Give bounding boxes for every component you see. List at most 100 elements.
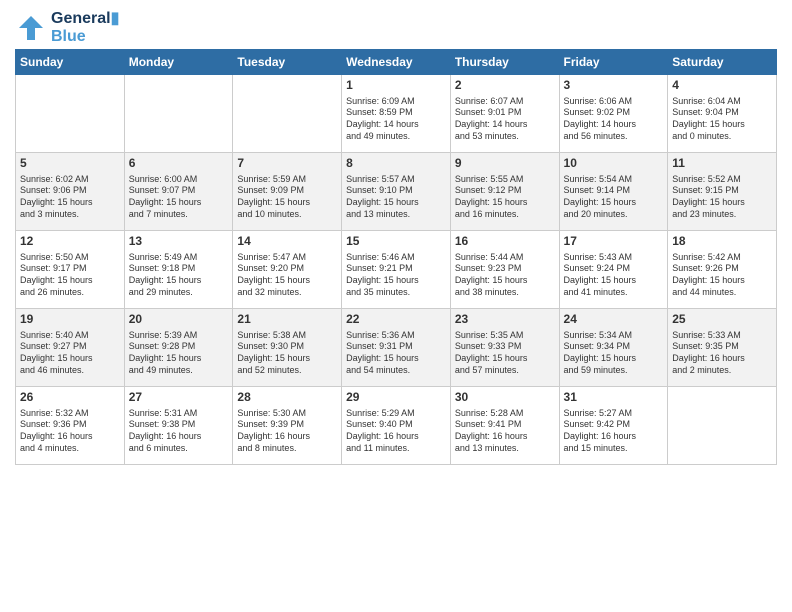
day-info-line: Sunrise: 5:27 AM xyxy=(564,408,664,420)
day-info-line: Sunset: 8:59 PM xyxy=(346,107,446,119)
day-info-line: Sunrise: 5:46 AM xyxy=(346,252,446,264)
day-info-line: Sunset: 9:41 PM xyxy=(455,419,555,431)
weekday-header: Thursday xyxy=(450,50,559,75)
calendar-week: 26Sunrise: 5:32 AMSunset: 9:36 PMDayligh… xyxy=(16,387,777,465)
day-info-line: Daylight: 15 hours xyxy=(129,353,229,365)
day-info-line: Sunrise: 5:40 AM xyxy=(20,330,120,342)
day-info-line: and 53 minutes. xyxy=(455,131,555,143)
day-info-line: Daylight: 15 hours xyxy=(564,275,664,287)
calendar-cell: 3Sunrise: 6:06 AMSunset: 9:02 PMDaylight… xyxy=(559,75,668,153)
day-info-line: Sunset: 9:17 PM xyxy=(20,263,120,275)
calendar-cell: 13Sunrise: 5:49 AMSunset: 9:18 PMDayligh… xyxy=(124,231,233,309)
day-info-line: Daylight: 15 hours xyxy=(346,275,446,287)
day-info-line: and 20 minutes. xyxy=(564,209,664,221)
day-number: 16 xyxy=(455,234,555,250)
day-info-line: Daylight: 16 hours xyxy=(564,431,664,443)
day-info-line: Sunset: 9:23 PM xyxy=(455,263,555,275)
weekday-header: Sunday xyxy=(16,50,125,75)
day-info-line: Sunrise: 5:50 AM xyxy=(20,252,120,264)
calendar-cell: 26Sunrise: 5:32 AMSunset: 9:36 PMDayligh… xyxy=(16,387,125,465)
calendar-cell: 7Sunrise: 5:59 AMSunset: 9:09 PMDaylight… xyxy=(233,153,342,231)
day-info-line: Daylight: 15 hours xyxy=(237,353,337,365)
weekday-header: Saturday xyxy=(668,50,777,75)
calendar-cell: 23Sunrise: 5:35 AMSunset: 9:33 PMDayligh… xyxy=(450,309,559,387)
calendar-cell: 31Sunrise: 5:27 AMSunset: 9:42 PMDayligh… xyxy=(559,387,668,465)
calendar-header: SundayMondayTuesdayWednesdayThursdayFrid… xyxy=(16,50,777,75)
logo-icon xyxy=(15,12,47,44)
day-info-line: Sunset: 9:26 PM xyxy=(672,263,772,275)
day-number: 2 xyxy=(455,78,555,94)
day-info-line: Sunrise: 5:42 AM xyxy=(672,252,772,264)
calendar-cell: 29Sunrise: 5:29 AMSunset: 9:40 PMDayligh… xyxy=(342,387,451,465)
day-info-line: Sunrise: 5:31 AM xyxy=(129,408,229,420)
day-info-line: Sunset: 9:39 PM xyxy=(237,419,337,431)
day-info-line: Sunrise: 6:09 AM xyxy=(346,96,446,108)
day-info-line: Daylight: 15 hours xyxy=(455,275,555,287)
day-number: 9 xyxy=(455,156,555,172)
day-info-line: Sunrise: 5:49 AM xyxy=(129,252,229,264)
day-info-line: and 8 minutes. xyxy=(237,443,337,455)
day-info-line: Daylight: 15 hours xyxy=(672,275,772,287)
day-info-line: Daylight: 15 hours xyxy=(346,353,446,365)
calendar-cell: 1 Sunrise: 6:09 AMSunset: 8:59 PMDaylight… xyxy=(342,75,451,153)
day-number: 11 xyxy=(672,156,772,172)
day-info-line: Sunset: 9:18 PM xyxy=(129,263,229,275)
day-info-line: Sunrise: 5:28 AM xyxy=(455,408,555,420)
calendar-cell: 19Sunrise: 5:40 AMSunset: 9:27 PMDayligh… xyxy=(16,309,125,387)
day-info-line: Daylight: 16 hours xyxy=(455,431,555,443)
day-info-line: Daylight: 14 hours xyxy=(346,119,446,131)
day-info-line: Sunrise: 6:06 AM xyxy=(564,96,664,108)
day-info-line: Sunrise: 5:38 AM xyxy=(237,330,337,342)
calendar-cell: 27Sunrise: 5:31 AMSunset: 9:38 PMDayligh… xyxy=(124,387,233,465)
day-info-line: Sunrise: 6:00 AM xyxy=(129,174,229,186)
day-info-line: and 2 minutes. xyxy=(672,365,772,377)
calendar-cell: 11Sunrise: 5:52 AMSunset: 9:15 PMDayligh… xyxy=(668,153,777,231)
day-info-line: Sunset: 9:21 PM xyxy=(346,263,446,275)
day-info-line: and 29 minutes. xyxy=(129,287,229,299)
day-number: 18 xyxy=(672,234,772,250)
day-info-line: and 54 minutes. xyxy=(346,365,446,377)
day-info-line: Daylight: 15 hours xyxy=(455,197,555,209)
day-info-line: Daylight: 14 hours xyxy=(564,119,664,131)
day-number: 1 xyxy=(346,78,446,94)
day-number: 20 xyxy=(129,312,229,328)
day-info-line: Sunset: 9:42 PM xyxy=(564,419,664,431)
calendar-cell: 9Sunrise: 5:55 AMSunset: 9:12 PMDaylight… xyxy=(450,153,559,231)
calendar-cell: 2Sunrise: 6:07 AMSunset: 9:01 PMDaylight… xyxy=(450,75,559,153)
weekday-header: Wednesday xyxy=(342,50,451,75)
day-info-line: and 59 minutes. xyxy=(564,365,664,377)
day-info-line: and 32 minutes. xyxy=(237,287,337,299)
day-info-line: and 16 minutes. xyxy=(455,209,555,221)
day-number: 4 xyxy=(672,78,772,94)
page-header: General▮ Blue xyxy=(15,10,777,45)
day-info-line: Daylight: 15 hours xyxy=(346,197,446,209)
calendar-cell xyxy=(233,75,342,153)
day-info-line: Daylight: 15 hours xyxy=(564,353,664,365)
day-info-line: Sunset: 9:27 PM xyxy=(20,341,120,353)
day-info-line: Sunset: 9:01 PM xyxy=(455,107,555,119)
day-info-line: Sunrise: 5:34 AM xyxy=(564,330,664,342)
day-info-line: Sunset: 9:02 PM xyxy=(564,107,664,119)
calendar-cell: 21 Sunrise: 5:38 AMSunset: 9:30 PMDayligh… xyxy=(233,309,342,387)
day-info-line: Sunset: 9:30 PM xyxy=(237,341,337,353)
day-info-line: Sunrise: 5:44 AM xyxy=(455,252,555,264)
day-info-line: and 56 minutes. xyxy=(564,131,664,143)
day-info-line: Daylight: 14 hours xyxy=(455,119,555,131)
day-info-line: Daylight: 15 hours xyxy=(20,197,120,209)
weekday-header: Friday xyxy=(559,50,668,75)
day-info-line: and 13 minutes. xyxy=(346,209,446,221)
day-info-line: Sunset: 9:06 PM xyxy=(20,185,120,197)
day-info-line: and 49 minutes. xyxy=(129,365,229,377)
day-info-line: and 57 minutes. xyxy=(455,365,555,377)
day-info-line: Sunrise: 5:57 AM xyxy=(346,174,446,186)
day-info-line: Sunrise: 5:36 AM xyxy=(346,330,446,342)
day-number: 10 xyxy=(564,156,664,172)
logo: General▮ Blue xyxy=(15,10,119,45)
day-info-line: Sunset: 9:07 PM xyxy=(129,185,229,197)
calendar-cell xyxy=(668,387,777,465)
day-number: 27 xyxy=(129,390,229,406)
day-number: 21 xyxy=(237,312,337,328)
calendar-cell: 4Sunrise: 6:04 AMSunset: 9:04 PMDaylight… xyxy=(668,75,777,153)
day-info-line: and 41 minutes. xyxy=(564,287,664,299)
day-info-line: and 4 minutes. xyxy=(20,443,120,455)
